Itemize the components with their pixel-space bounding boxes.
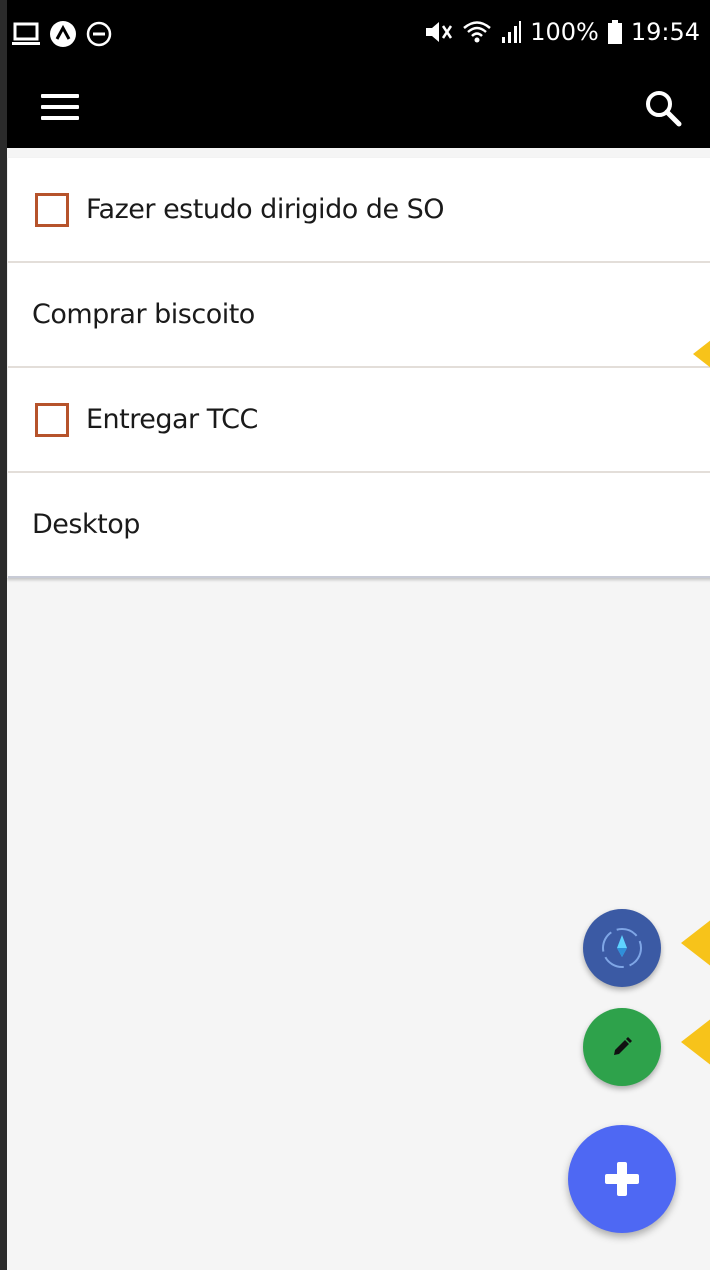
list-item-label: Desktop bbox=[32, 509, 140, 540]
status-left-icons bbox=[11, 20, 113, 48]
list-item-label: Entregar TCC bbox=[86, 404, 258, 435]
wifi-icon bbox=[463, 21, 492, 43]
plus-icon bbox=[605, 1162, 639, 1196]
battery-icon bbox=[607, 20, 622, 44]
phone-screen: 100% 19:54 Fazer estudo dirigido de SO C… bbox=[7, 0, 710, 1270]
status-right-icons: 100% 19:54 bbox=[424, 18, 700, 46]
list-item-label: Comprar biscoito bbox=[32, 299, 255, 330]
app-bar bbox=[7, 70, 710, 148]
clock: 19:54 bbox=[630, 18, 700, 46]
pencil-icon bbox=[614, 1037, 632, 1055]
add-fab-button[interactable] bbox=[568, 1125, 676, 1233]
app-badge-icon bbox=[50, 21, 76, 47]
task-checkbox[interactable] bbox=[35, 402, 69, 437]
hamburger-menu-icon[interactable] bbox=[41, 92, 81, 126]
signal-icon bbox=[502, 21, 522, 43]
list-item[interactable]: Fazer estudo dirigido de SO bbox=[8, 158, 710, 263]
list-item[interactable]: Comprar biscoito bbox=[8, 263, 710, 368]
note-list: Fazer estudo dirigido de SO Comprar bisc… bbox=[7, 158, 710, 578]
list-item-label: Fazer estudo dirigido de SO bbox=[86, 194, 445, 225]
annotation-arrow bbox=[693, 326, 710, 382]
list-item[interactable]: Desktop bbox=[8, 473, 710, 578]
annotation-arrow bbox=[681, 1014, 710, 1070]
annotation-arrow bbox=[681, 915, 710, 971]
compass-icon bbox=[602, 928, 642, 968]
compass-fab-button[interactable] bbox=[583, 909, 661, 987]
list-item[interactable]: Entregar TCC bbox=[8, 368, 710, 473]
laptop-icon bbox=[12, 22, 40, 45]
mute-icon bbox=[426, 22, 453, 42]
status-bar: 100% 19:54 bbox=[7, 0, 710, 70]
minus-circle-icon bbox=[86, 21, 112, 47]
edit-fab-button[interactable] bbox=[583, 1008, 661, 1086]
battery-percent: 100% bbox=[530, 18, 599, 46]
task-checkbox[interactable] bbox=[35, 192, 69, 227]
search-icon[interactable] bbox=[643, 88, 683, 128]
